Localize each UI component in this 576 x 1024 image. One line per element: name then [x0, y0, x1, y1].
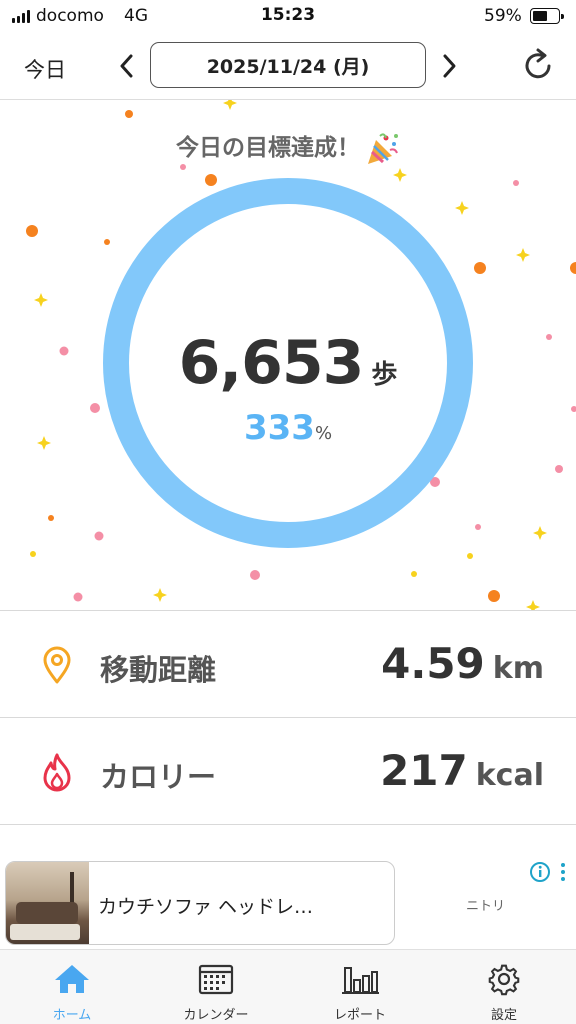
- ad-banner[interactable]: カウチソファ ヘッドレ…: [5, 861, 395, 945]
- location-pin-icon: [43, 646, 71, 684]
- status-bar: docomo 4G 15:23 59%: [0, 0, 576, 34]
- ad-options-icon[interactable]: [559, 862, 567, 882]
- flame-icon: [43, 753, 71, 792]
- battery-percent: 59%: [484, 6, 522, 26]
- ad-info-icon[interactable]: [529, 861, 551, 883]
- chevron-left-icon: [120, 54, 133, 78]
- date-navigation-header: 今日 2025/11/24 (月): [0, 34, 576, 100]
- tab-label: レポート: [333, 1008, 386, 1023]
- step-count: 6,653 歩: [0, 328, 576, 398]
- tab-settings[interactable]: 設定: [432, 950, 576, 1024]
- step-count-value: 6,653: [178, 328, 365, 398]
- tab-calendar[interactable]: カレンダー: [144, 950, 288, 1024]
- goal-title-text: 今日の目標達成！: [176, 135, 360, 161]
- refresh-icon: [525, 48, 551, 79]
- bottom-tab-bar: ホーム カレンダー レポート 設定: [0, 949, 576, 1024]
- calorie-number: 217: [380, 746, 468, 795]
- tab-report[interactable]: レポート: [288, 950, 432, 1024]
- goal-achieved-title: 今日の目標達成！: [0, 128, 576, 166]
- tab-home[interactable]: ホーム: [0, 950, 144, 1024]
- next-day-button[interactable]: [436, 48, 462, 84]
- refresh-button[interactable]: [520, 46, 556, 84]
- ad-title: カウチソファ ヘッドレ…: [98, 896, 314, 918]
- chevron-right-icon: [443, 54, 456, 78]
- distance-value: 4.59 km: [381, 639, 544, 688]
- calendar-icon: [198, 964, 234, 995]
- party-popper-icon: [368, 132, 398, 164]
- goal-percent: 333%: [0, 408, 576, 448]
- percent-symbol: %: [314, 423, 333, 444]
- home-icon: [55, 965, 89, 993]
- date-selector[interactable]: 2025/11/24 (月): [150, 42, 426, 88]
- battery-icon: [530, 8, 564, 24]
- bar-chart-icon: [342, 967, 379, 994]
- step-goal-section: 今日の目標達成！ 6,653 歩 333%: [0, 100, 576, 610]
- ad-brand: ニトリ: [466, 899, 506, 914]
- distance-number: 4.59: [381, 639, 485, 688]
- calorie-row: カロリー 217 kcal: [0, 717, 576, 825]
- ad-image: [6, 862, 89, 944]
- distance-row: 移動距離 4.59 km: [0, 610, 576, 717]
- goal-percent-value: 333: [243, 408, 315, 448]
- gear-icon: [488, 964, 520, 996]
- calorie-label: カロリー: [100, 760, 217, 794]
- distance-unit: km: [492, 651, 544, 686]
- step-unit: 歩: [371, 360, 398, 390]
- previous-day-button[interactable]: [114, 48, 140, 84]
- current-date: 2025/11/24 (月): [206, 55, 370, 78]
- distance-label: 移動距離: [100, 653, 217, 687]
- calorie-unit: kcal: [475, 758, 544, 793]
- tab-label: カレンダー: [183, 1008, 249, 1023]
- calorie-value: 217 kcal: [380, 746, 544, 795]
- today-button[interactable]: 今日: [24, 54, 66, 84]
- tab-label: ホーム: [52, 1008, 92, 1023]
- tab-label: 設定: [490, 1008, 517, 1023]
